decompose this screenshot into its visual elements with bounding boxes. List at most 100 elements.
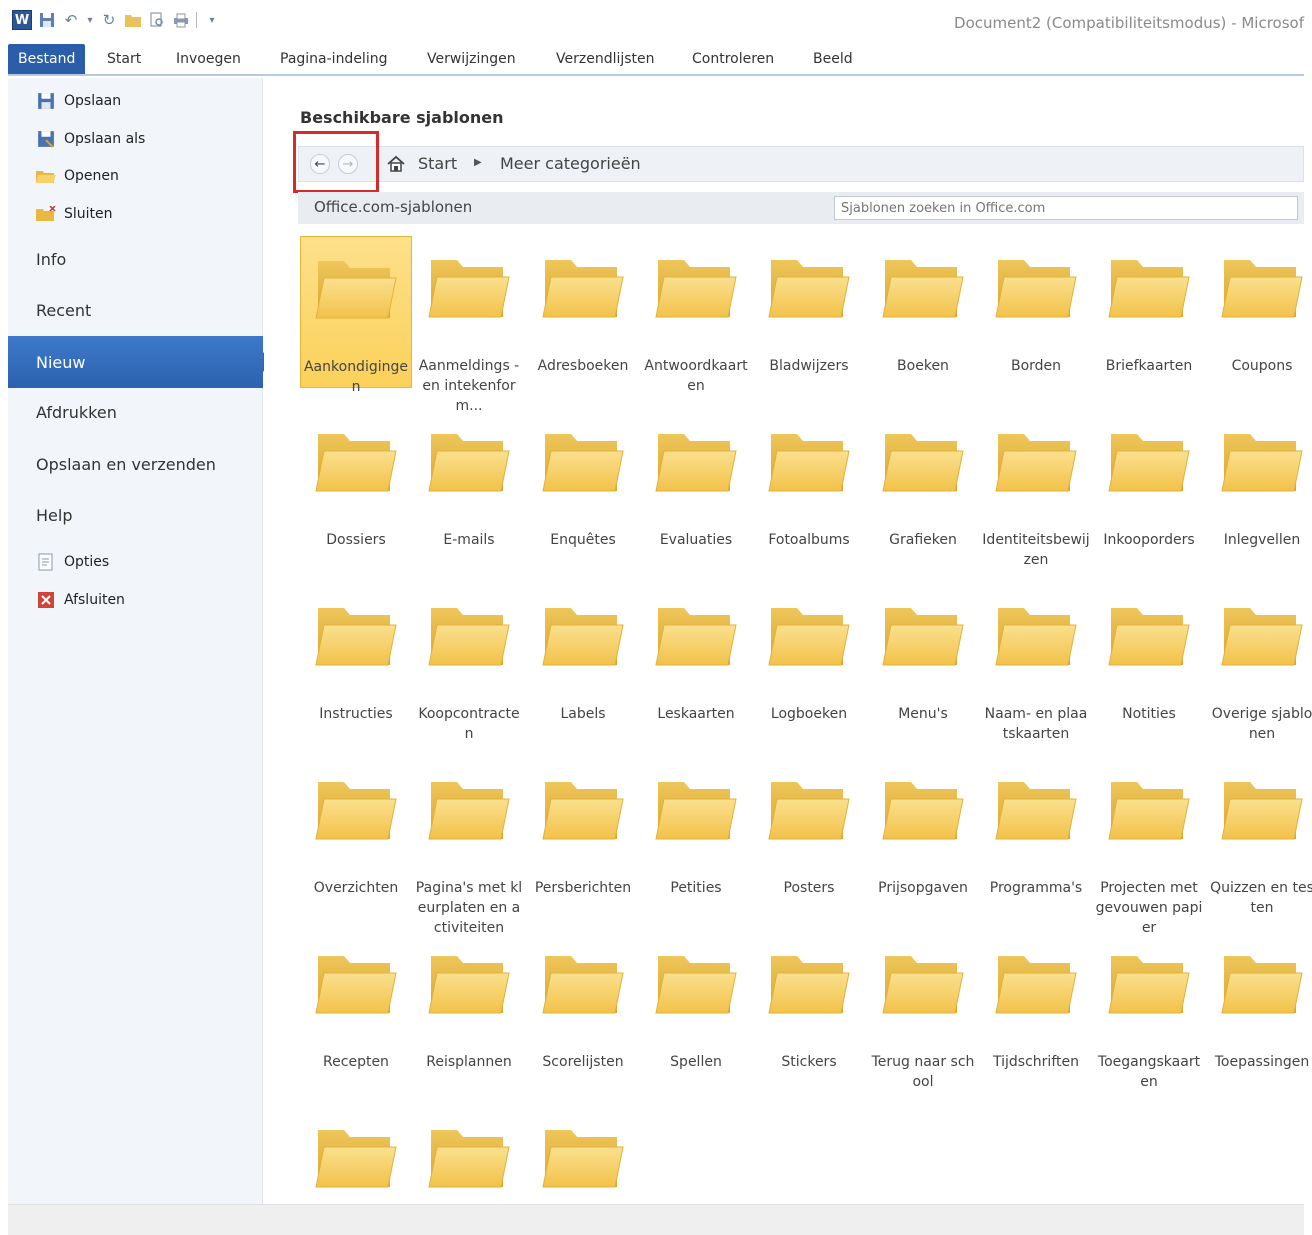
template-folder-item[interactable]: Antwoordkaarten <box>640 236 752 396</box>
nav-opslaan-als[interactable]: Opslaan als <box>36 127 145 151</box>
nav-recent[interactable]: Recent <box>36 297 91 323</box>
open-icon[interactable] <box>124 11 142 29</box>
tab-bestand[interactable]: Bestand <box>8 44 86 74</box>
template-folder-label: Grafieken <box>889 532 957 548</box>
template-folder-item[interactable]: Reisplannen <box>413 932 525 1072</box>
template-folder-item[interactable]: Recepten <box>300 932 412 1072</box>
template-folder-item[interactable]: Aanmeldings - en intekenform... <box>413 236 525 416</box>
template-folder-label: Bladwijzers <box>769 358 849 374</box>
template-folder-item[interactable]: Adresboeken <box>527 236 639 376</box>
word-logo-icon[interactable]: W <box>12 10 32 30</box>
template-folder-label: Adresboeken <box>537 358 629 374</box>
template-folder-item[interactable]: Toegangskaarten <box>1093 932 1205 1092</box>
template-folder-item[interactable]: Overzichten <box>300 758 412 898</box>
template-folder-item[interactable]: Inkooporders <box>1093 410 1205 550</box>
folder-icon <box>542 608 624 666</box>
home-icon[interactable] <box>386 154 406 174</box>
nav-nieuw[interactable]: Nieuw <box>8 336 272 388</box>
tab-verwijzingen[interactable]: Verwijzingen <box>427 44 516 74</box>
template-folder-item[interactable]: Terug naar school <box>867 932 979 1092</box>
template-folder-item[interactable]: Notities <box>1093 584 1205 724</box>
template-search-input[interactable] <box>834 196 1298 220</box>
template-folder-item[interactable]: Programma's <box>980 758 1092 898</box>
template-folder-item[interactable]: Posters <box>753 758 865 898</box>
folder-icon <box>882 782 964 840</box>
nav-afdrukken[interactable]: Afdrukken <box>36 399 117 425</box>
template-folder-item[interactable]: Grafieken <box>867 410 979 550</box>
tab-verzendlijsten[interactable]: Verzendlijsten <box>556 44 655 74</box>
folder-icon <box>542 1130 624 1188</box>
template-folder-item[interactable]: Aankondigingen <box>300 236 412 395</box>
nav-label: Opslaan als <box>64 131 146 147</box>
template-folder-item[interactable]: Briefkaarten <box>1093 236 1205 376</box>
template-folder-item[interactable]: Quizzen en testen <box>1206 758 1312 918</box>
template-folder-item[interactable]: Boeken <box>867 236 979 376</box>
nav-afsluiten[interactable]: Afsluiten <box>36 588 125 612</box>
nav-opties[interactable]: Opties <box>36 550 109 574</box>
template-folder-item[interactable]: Logboeken <box>753 584 865 724</box>
template-folder-label: Evaluaties <box>659 532 733 548</box>
template-folder-item[interactable]: Identiteitsbewijzen <box>980 410 1092 570</box>
save-icon[interactable] <box>38 11 56 29</box>
template-folder-item[interactable]: Tijdschriften <box>980 932 1092 1072</box>
customize-toolbar-icon[interactable]: ▾ <box>203 11 221 29</box>
folder-icon <box>655 956 737 1014</box>
template-folder-item[interactable]: Scorelijsten <box>527 932 639 1072</box>
template-folder-item[interactable]: Koopcontracten <box>413 584 525 744</box>
template-folder-item[interactable]: Dossiers <box>300 410 412 550</box>
template-folder-item[interactable]: Borden <box>980 236 1092 376</box>
template-folder-item[interactable]: Toepassingen <box>1206 932 1312 1072</box>
template-folder-item[interactable]: Menu's <box>867 584 979 724</box>
quick-access-toolbar: W ↶ ▾ ↻ ▾ <box>12 10 221 30</box>
nav-sluiten[interactable]: Sluiten <box>36 202 113 226</box>
template-folder-item[interactable]: Evaluaties <box>640 410 752 550</box>
open-folder-icon <box>36 167 56 185</box>
template-folder-item[interactable]: Bladwijzers <box>753 236 865 376</box>
template-folder-item[interactable]: Persberichten <box>527 758 639 898</box>
nav-help[interactable]: Help <box>36 502 72 528</box>
template-folder-item[interactable]: Naam- en plaatskaarten <box>980 584 1092 744</box>
exit-icon <box>36 591 56 609</box>
template-folder-item[interactable]: Fotoalbums <box>753 410 865 550</box>
template-folder-item[interactable]: Pagina's met kleurplaten en activiteiten <box>413 758 525 938</box>
print-icon[interactable] <box>172 11 190 29</box>
tab-beeld[interactable]: Beeld <box>813 44 853 74</box>
template-folder-item[interactable]: Overige sjablonen <box>1206 584 1312 744</box>
template-folder-item[interactable]: Projecten met gevouwen papier <box>1093 758 1205 938</box>
template-folder-item[interactable]: Instructies <box>300 584 412 724</box>
close-folder-icon <box>36 205 56 223</box>
template-folder-label: Enquêtes <box>550 532 616 548</box>
undo-dropdown-icon[interactable]: ▾ <box>86 11 94 29</box>
template-folder-item[interactable]: Stickers <box>753 932 865 1072</box>
redo-icon[interactable]: ↻ <box>100 11 118 29</box>
save-as-icon <box>36 130 56 148</box>
nav-info[interactable]: Info <box>36 246 66 272</box>
template-folder-label: Toegangskaarten <box>1097 1054 1201 1090</box>
template-folder-item[interactable]: Inlegvellen <box>1206 410 1312 550</box>
template-folder-label: Pagina's met kleurplaten en activiteiten <box>415 880 523 936</box>
tab-controleren[interactable]: Controleren <box>692 44 774 74</box>
template-folder-item[interactable]: Petities <box>640 758 752 898</box>
print-preview-icon[interactable] <box>148 11 166 29</box>
template-folder-label: E-mails <box>443 532 495 548</box>
nav-openen[interactable]: Openen <box>36 164 119 188</box>
tab-pagina-indeling[interactable]: Pagina-indeling <box>280 44 387 74</box>
template-folder-item[interactable]: Labels <box>527 584 639 724</box>
undo-icon[interactable]: ↶ <box>62 11 80 29</box>
template-folder-item[interactable]: E-mails <box>413 410 525 550</box>
template-folder-item[interactable]: Prijsopgaven <box>867 758 979 898</box>
nav-opslaan-en-verzenden[interactable]: Opslaan en verzenden <box>36 451 216 477</box>
template-folder-label: Spellen <box>670 1054 722 1070</box>
folder-icon <box>1108 956 1190 1014</box>
folder-icon <box>995 260 1077 318</box>
folder-icon <box>882 956 964 1014</box>
breadcrumb-separator-icon: ▶ <box>474 157 482 168</box>
nav-opslaan[interactable]: Opslaan <box>36 89 121 113</box>
template-folder-item[interactable]: Enquêtes <box>527 410 639 550</box>
tab-start[interactable]: Start <box>107 44 141 74</box>
template-folder-item[interactable]: Spellen <box>640 932 752 1072</box>
template-folder-item[interactable]: Leskaarten <box>640 584 752 724</box>
tab-invoegen[interactable]: Invoegen <box>176 44 241 74</box>
breadcrumb-start[interactable]: Start <box>418 154 457 173</box>
template-folder-item[interactable]: Coupons <box>1206 236 1312 376</box>
